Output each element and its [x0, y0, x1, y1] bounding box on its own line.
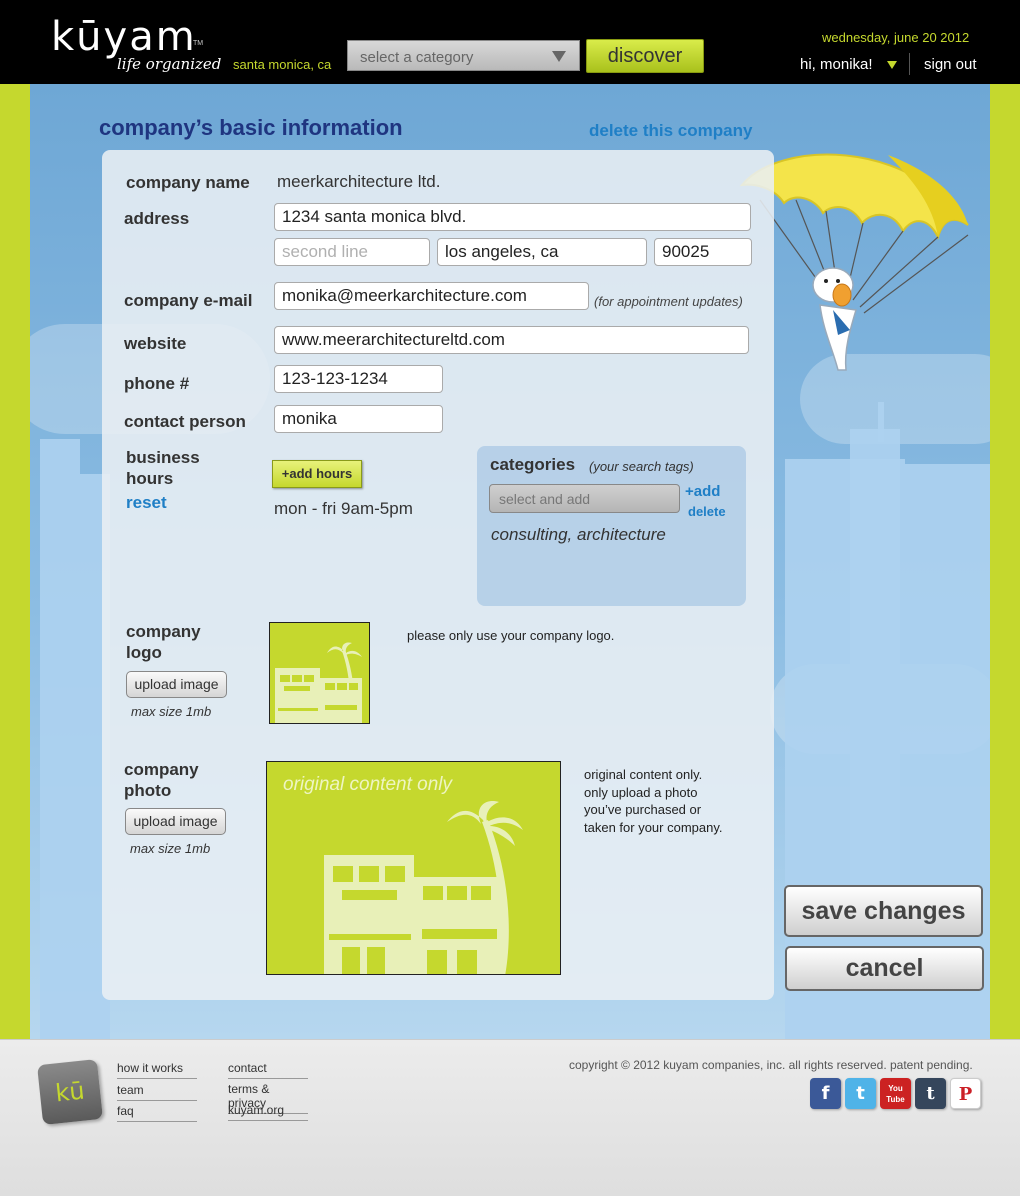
- address-zip-input[interactable]: 90025: [654, 238, 752, 266]
- website-input[interactable]: www.meerarchitectureltd.com: [274, 326, 749, 354]
- top-bar: kūyam TM life organized santa monica, ca…: [0, 0, 1020, 84]
- twitter-icon[interactable]: t: [845, 1078, 876, 1109]
- phone-label: phone #: [124, 374, 190, 393]
- reset-hours-link[interactable]: reset: [126, 493, 167, 513]
- add-category-link[interactable]: +add: [685, 483, 720, 500]
- header-divider: [909, 53, 910, 75]
- address-city-input[interactable]: los angeles, ca: [437, 238, 647, 266]
- location-label[interactable]: santa monica, ca: [233, 57, 331, 72]
- add-hours-button[interactable]: +add hours: [272, 460, 362, 488]
- sign-out-link[interactable]: sign out: [924, 56, 977, 73]
- photo-note-line: only upload a photo: [584, 784, 698, 800]
- address-line2-input[interactable]: second line: [274, 238, 430, 266]
- tumblr-icon[interactable]: t: [915, 1078, 946, 1109]
- delete-category-link[interactable]: delete: [688, 504, 726, 519]
- logo-trademark: TM: [193, 40, 204, 47]
- page-title: company’s basic information: [99, 115, 403, 140]
- address-line1-input[interactable]: 1234 santa monica blvd.: [274, 203, 751, 231]
- category-select-value: select a category: [360, 49, 474, 66]
- category-select[interactable]: select a category: [347, 40, 580, 71]
- discover-button[interactable]: discover: [586, 39, 704, 73]
- address-label: address: [124, 209, 190, 228]
- photo-note-line: you’ve purchased or: [584, 802, 702, 817]
- category-tag-input[interactable]: select and add: [489, 484, 680, 513]
- footer-link-faq[interactable]: faq: [117, 1104, 197, 1122]
- user-greeting[interactable]: hi, monika!: [800, 56, 873, 73]
- company-logo-label-2: logo: [126, 643, 162, 662]
- company-name-label: company name: [126, 173, 250, 192]
- user-menu-arrow-icon[interactable]: [887, 61, 897, 69]
- cancel-button[interactable]: cancel: [785, 946, 984, 991]
- upload-photo-button[interactable]: upload image: [125, 808, 226, 835]
- business-hours-value: mon - fri 9am-5pm: [274, 499, 413, 518]
- pinterest-icon[interactable]: P: [950, 1078, 981, 1109]
- copyright-text: copyright © 2012 kuyam companies, inc. a…: [569, 1058, 973, 1072]
- company-photo-label-2: photo: [124, 781, 172, 800]
- footer-link-contact[interactable]: contact: [228, 1061, 308, 1079]
- company-email-input[interactable]: monika@meerkarchitecture.com: [274, 282, 589, 310]
- categories-title: categories: [490, 455, 576, 474]
- business-hours-label-2: hours: [126, 469, 174, 488]
- company-logo-label: company: [126, 622, 201, 641]
- facebook-icon[interactable]: f: [810, 1078, 841, 1109]
- save-changes-button[interactable]: save changes: [784, 885, 983, 937]
- logo-max-size: max size 1mb: [131, 704, 212, 719]
- company-photo-label: company: [124, 760, 199, 779]
- photo-note-line: taken for your company.: [584, 819, 723, 835]
- chevron-down-icon: [552, 51, 566, 62]
- upload-logo-button[interactable]: upload image: [126, 671, 227, 698]
- youtube-icon[interactable]: You Tube: [880, 1078, 911, 1109]
- selected-categories: consulting, architecture: [491, 525, 666, 544]
- website-label: website: [124, 334, 187, 353]
- delete-company-link[interactable]: delete this company: [589, 121, 752, 141]
- company-name-value: meerkarchitecture ltd.: [277, 172, 441, 191]
- photo-note-line: original content only.: [584, 767, 703, 782]
- footer-logo[interactable]: kū: [37, 1059, 103, 1125]
- company-logo-image[interactable]: [269, 622, 370, 724]
- current-date: wednesday, june 20 2012: [822, 30, 970, 45]
- contact-person-label: contact person: [124, 412, 246, 431]
- logo-text: kūyam: [51, 14, 197, 60]
- logo-note: please only use your company logo.: [407, 628, 615, 643]
- building-spire: [878, 402, 884, 442]
- logo-tagline: life organized: [117, 55, 222, 73]
- phone-input[interactable]: 123-123-1234: [274, 365, 443, 393]
- contact-person-input[interactable]: monika: [274, 405, 443, 433]
- building-illustration-icon: [275, 642, 362, 723]
- photo-caption: original content only: [283, 774, 452, 795]
- kuyam-logo[interactable]: kūyam: [51, 14, 197, 60]
- email-hint: (for appointment updates): [594, 294, 743, 309]
- footer-link-kuyam-org[interactable]: kuyam.org: [228, 1103, 308, 1121]
- footer-link-team[interactable]: team: [117, 1083, 197, 1101]
- categories-subtitle: (your search tags): [589, 459, 694, 474]
- photo-note: original content only. only upload a pho…: [584, 766, 723, 836]
- building-silhouette: [40, 439, 80, 1039]
- photo-max-size: max size 1mb: [130, 841, 211, 856]
- footer-link-how-it-works[interactable]: how it works: [117, 1061, 197, 1079]
- business-hours-label: business: [126, 448, 200, 467]
- company-email-label: company e-mail: [124, 291, 253, 310]
